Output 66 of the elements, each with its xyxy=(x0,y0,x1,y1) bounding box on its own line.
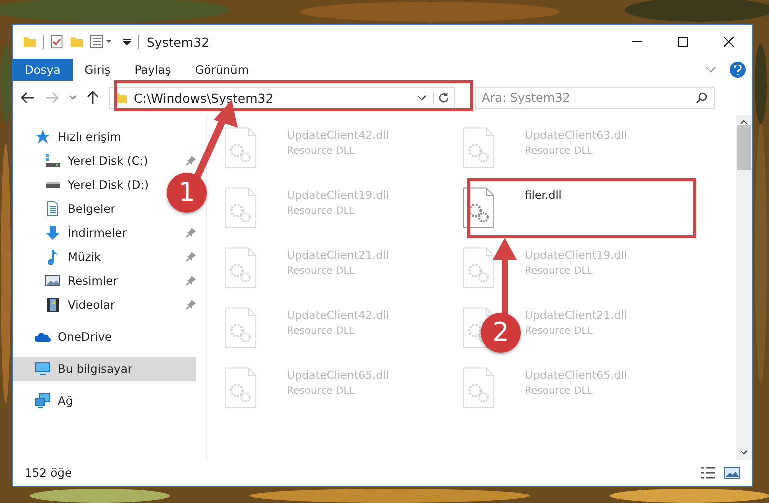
properties-icon[interactable] xyxy=(50,35,64,49)
file-type: Resource DLL xyxy=(287,206,356,217)
document-icon xyxy=(45,201,61,217)
search-icon xyxy=(696,92,708,104)
gear-document-icon xyxy=(225,367,257,409)
nav-item[interactable]: OneDrive xyxy=(13,325,118,349)
details-view-icon[interactable] xyxy=(700,466,716,480)
ribbon-tab[interactable]: Paylaş xyxy=(122,59,184,81)
file-type: Resource DLL xyxy=(525,146,594,157)
picture-icon xyxy=(45,273,61,289)
music-note-icon xyxy=(45,249,61,265)
gear-document-icon xyxy=(463,247,495,289)
film-icon xyxy=(45,297,61,313)
nav-item[interactable]: Müzik xyxy=(13,245,108,269)
download-arrow-icon xyxy=(45,225,61,241)
maximize-icon[interactable] xyxy=(678,37,688,47)
gear-document-icon xyxy=(463,127,495,169)
file-type: Resource DLL xyxy=(287,146,356,157)
gear-document-icon xyxy=(225,247,257,289)
back-arrow-icon[interactable] xyxy=(21,92,35,104)
file-type: Resource DLL xyxy=(287,386,356,397)
nav-item[interactable]: Belgeler xyxy=(13,197,122,221)
star-icon xyxy=(35,129,51,145)
up-arrow-icon[interactable] xyxy=(87,91,99,105)
nav-item[interactable]: Yerel Disk (D:) xyxy=(13,173,156,197)
scroll-thumb[interactable] xyxy=(737,125,751,170)
drive-icon xyxy=(46,182,60,188)
ribbon-tab[interactable]: Görünüm xyxy=(183,59,262,81)
refresh-icon[interactable] xyxy=(438,92,450,104)
file-type: Resource DLL xyxy=(287,266,356,277)
expand-ribbon-icon[interactable] xyxy=(706,67,716,73)
gear-document-icon xyxy=(225,127,257,169)
file-type: Resource DLL xyxy=(525,266,594,277)
gear-document-icon xyxy=(225,307,257,349)
address-bar[interactable]: C:\Windows\System32 xyxy=(109,87,455,109)
drive-icon xyxy=(45,153,61,169)
gear-document-icon xyxy=(463,187,495,229)
network-icon xyxy=(35,393,51,409)
gear-document-icon xyxy=(225,187,257,229)
scrollbar[interactable] xyxy=(736,115,752,460)
chevron-icon[interactable] xyxy=(417,95,427,101)
address-path: C:\Windows\System32 xyxy=(134,90,275,106)
nav-item[interactable]: İndirmeler xyxy=(13,221,133,245)
nav-item[interactable]: Resimler xyxy=(13,269,124,293)
item-count: 152 öğe xyxy=(25,466,72,480)
close-icon[interactable] xyxy=(724,37,734,47)
dropdown-icon[interactable] xyxy=(122,37,132,47)
file-type: Resource DLL xyxy=(525,386,594,397)
nav-item[interactable]: Bu bilgisayar xyxy=(13,357,196,381)
gear-document-icon xyxy=(463,367,495,409)
help-icon[interactable] xyxy=(730,62,746,78)
file-type: Resource DLL xyxy=(287,326,356,337)
file-type: Resource DLL xyxy=(525,326,594,337)
nav-item[interactable]: Hızlı erişim xyxy=(13,125,128,149)
monitor-icon xyxy=(35,361,51,377)
nav-item[interactable]: Yerel Disk (C:) xyxy=(13,149,154,173)
file-name[interactable]: filer.dll xyxy=(525,189,562,202)
large-icons-view-icon[interactable] xyxy=(724,466,740,480)
nav-item[interactable]: Ağ xyxy=(13,389,80,413)
window-title: System32 xyxy=(147,34,210,50)
ribbon-tab[interactable]: Dosya xyxy=(13,59,73,81)
chevron-icon[interactable] xyxy=(69,95,77,101)
ribbon-tab[interactable]: Giriş xyxy=(72,59,123,81)
nav-item[interactable]: Videolar xyxy=(13,293,122,317)
minimize-icon[interactable] xyxy=(632,41,642,43)
search-field[interactable]: Ara: System32 xyxy=(475,87,715,109)
